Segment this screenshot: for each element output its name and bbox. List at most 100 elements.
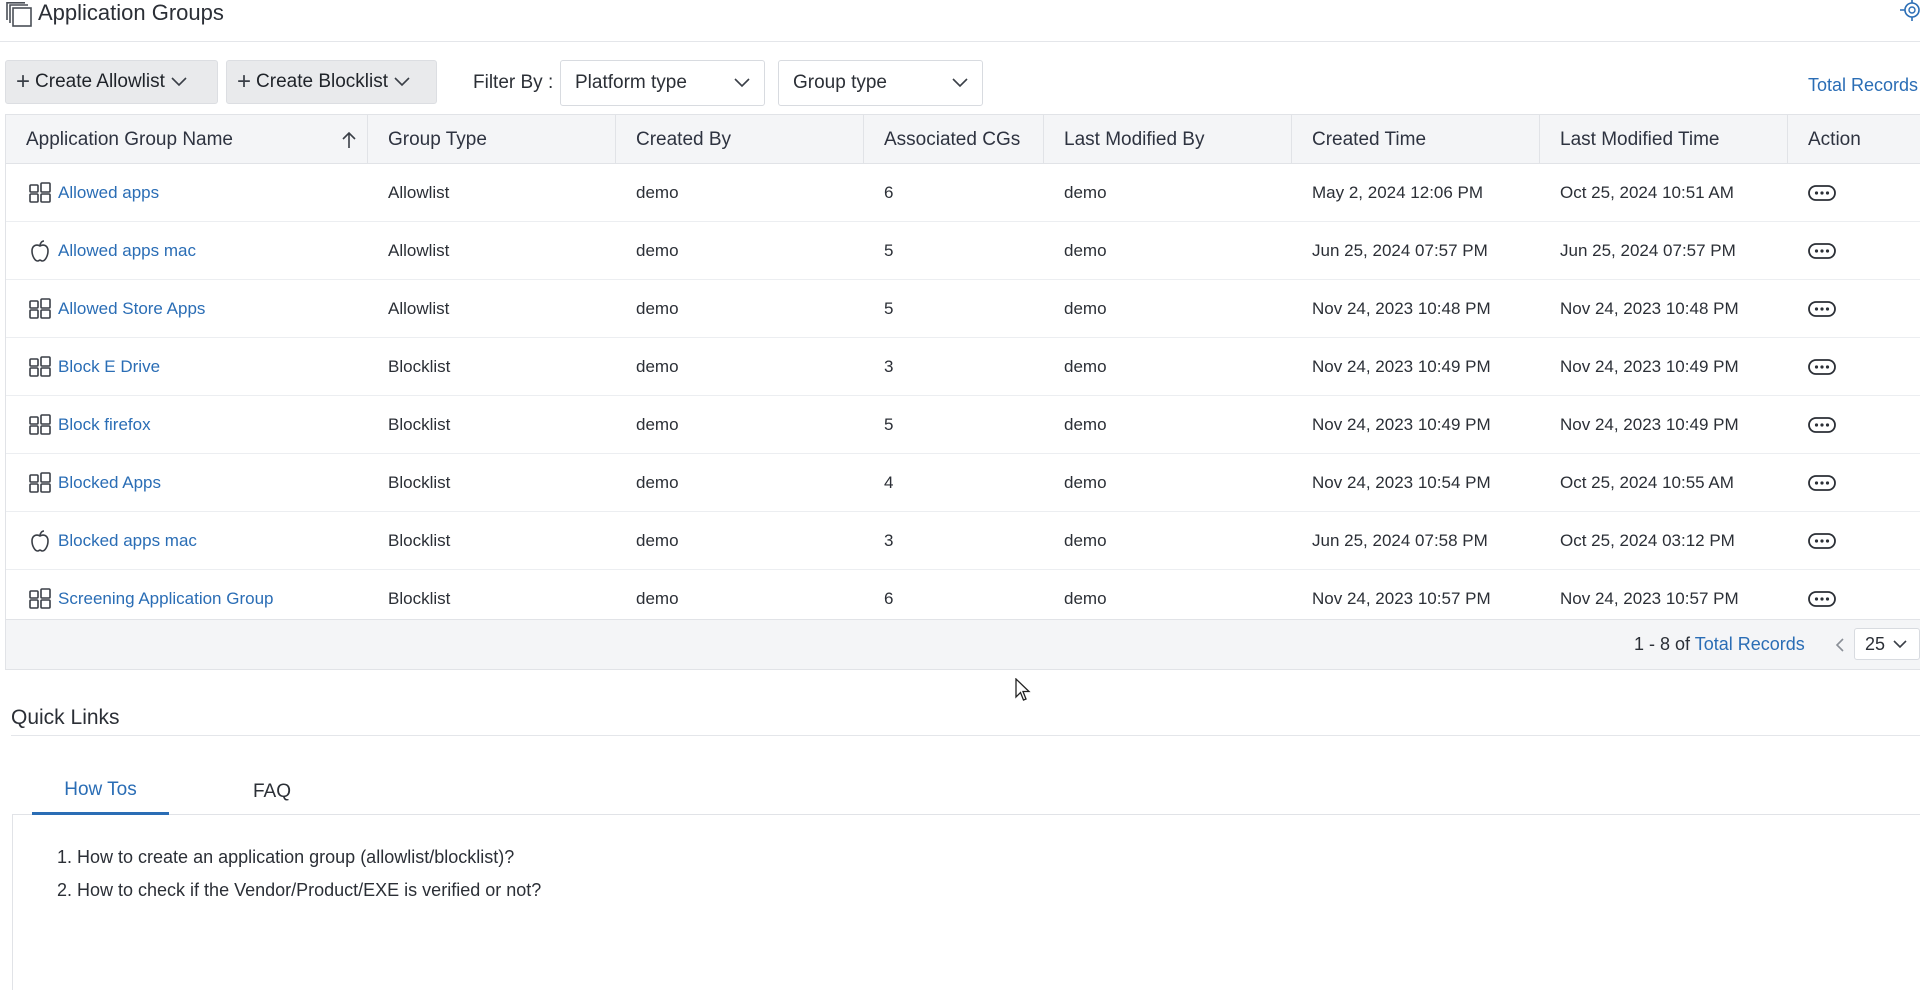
chevron-down-icon [734,78,750,88]
toolbar: + Create Allowlist + Create Blocklist Fi… [0,58,1920,108]
cell-application-group-name: Allowed apps mac [28,222,196,279]
cell-group-type: Allowlist [388,182,450,202]
more-options-icon[interactable] [1808,590,1836,607]
column-header-associated-cgs[interactable]: Associated CGs [864,115,1044,164]
windows-icon [28,413,52,437]
cell-associated-cgs: 4 [884,472,894,492]
table-header: Application Group Name Group Type Create… [6,115,1920,164]
page-header: Application Groups [0,0,1920,42]
how-to-item[interactable]: 1. How to create an application group (a… [57,845,541,878]
create-allowlist-label: Create Allowlist [35,71,165,92]
cell-last-modified-by: demo [1064,356,1107,376]
cell-last-modified-time: Nov 24, 2023 10:48 PM [1560,298,1739,318]
cell-group-type: Allowlist [388,240,450,260]
table-row: Block firefox Blocklist demo 5 demo Nov 24, 2… [6,396,1920,454]
more-options-icon[interactable] [1808,474,1836,491]
windows-icon [28,355,52,379]
cell-group-type: Blocklist [388,530,451,550]
application-groups-table: Application Group Name Group Type Create… [5,114,1920,670]
table-row: Blocked apps mac Blocklist demo 3 demo Jun 25… [6,512,1920,570]
tab-how-tos[interactable]: How Tos [32,768,169,815]
windows-icon [28,181,52,205]
how-to-item[interactable]: 2. How to check if the Vendor/Product/EX… [57,878,541,911]
more-options-icon[interactable] [1808,184,1836,201]
page-title: Application Groups [38,0,224,25]
application-group-link[interactable]: Blocked Apps [58,473,161,493]
quick-links-tabs: How Tos FAQ [12,768,1920,815]
cell-created-by: demo [636,182,679,202]
cell-last-modified-time: Oct 25, 2024 10:55 AM [1560,472,1734,492]
cell-group-type: Blocklist [388,356,451,376]
column-header-created-by[interactable]: Created By [616,115,864,164]
cell-last-modified-by: demo [1064,472,1107,492]
application-group-link[interactable]: Allowed apps mac [58,241,196,261]
create-allowlist-button[interactable]: + Create Allowlist [5,60,218,104]
cell-last-modified-time: Jun 25, 2024 07:57 PM [1560,240,1736,260]
application-group-link[interactable]: Screening Application Group [58,589,273,609]
cell-created-time: May 2, 2024 12:06 PM [1312,182,1484,202]
tab-faq[interactable]: FAQ [222,768,322,815]
cell-last-modified-time: Nov 24, 2023 10:49 PM [1560,414,1739,434]
cell-application-group-name: Blocked apps mac [28,512,197,569]
application-group-link[interactable]: Block firefox [58,415,151,435]
cell-action [1808,280,1836,337]
platform-type-filter[interactable]: Platform type [560,60,765,106]
column-header-created-time[interactable]: Created Time [1292,115,1540,164]
cell-created-time: Nov 24, 2023 10:54 PM [1312,472,1491,492]
more-options-icon[interactable] [1808,358,1836,375]
cell-associated-cgs: 5 [884,240,894,260]
application-group-link[interactable]: Allowed Store Apps [58,299,205,319]
page-size-select[interactable]: 25 [1854,628,1920,660]
windows-icon [28,471,52,495]
more-options-icon[interactable] [1808,242,1836,259]
cell-associated-cgs: 5 [884,298,894,318]
cell-application-group-name: Block E Drive [28,338,160,395]
sort-ascending-icon[interactable] [341,131,357,149]
cell-application-group-name: Allowed Store Apps [28,280,205,337]
table-row: Allowed apps mac Allowlist demo 5 demo Jun 25… [6,222,1920,280]
cell-last-modified-time: Oct 25, 2024 03:12 PM [1560,530,1735,550]
cell-group-type: Allowlist [388,298,450,318]
windows-icon [28,587,52,611]
windows-icon [28,297,52,321]
group-type-value: Group type [793,72,887,93]
cell-associated-cgs: 3 [884,530,894,550]
column-header-group-type[interactable]: Group Type [368,115,616,164]
stacked-pages-icon [6,2,32,27]
gear-icon[interactable] [1896,0,1920,22]
more-options-icon[interactable] [1808,300,1836,317]
plus-icon: + [237,68,252,95]
cell-application-group-name: Block firefox [28,396,151,453]
create-blocklist-button[interactable]: + Create Blocklist [226,60,437,104]
table-row: Allowed apps Allowlist demo 6 demo May 2, 202… [6,164,1920,222]
column-header-name[interactable]: Application Group Name [6,115,368,164]
cell-last-modified-by: demo [1064,298,1107,318]
more-options-icon[interactable] [1808,532,1836,549]
cell-created-time: Nov 24, 2023 10:49 PM [1312,414,1491,434]
cell-last-modified-by: demo [1064,240,1107,260]
cell-action [1808,338,1836,395]
group-type-filter[interactable]: Group type [778,60,983,106]
column-header-last-modified-by[interactable]: Last Modified By [1044,115,1292,164]
cell-last-modified-by: demo [1064,414,1107,434]
cell-group-type: Blocklist [388,472,451,492]
pagination-total-records-link[interactable]: Total Records [1695,634,1805,654]
how-tos-panel: 1. How to create an application group (a… [12,815,1920,990]
table-row: Allowed Store Apps Allowlist demo 5 demo Nov … [6,280,1920,338]
cell-created-time: Nov 24, 2023 10:48 PM [1312,298,1491,318]
cell-associated-cgs: 6 [884,182,894,202]
cell-created-by: demo [636,530,679,550]
cell-associated-cgs: 5 [884,414,894,434]
application-group-link[interactable]: Allowed apps [58,183,159,203]
application-group-link[interactable]: Block E Drive [58,357,160,377]
application-group-link[interactable]: Blocked apps mac [58,531,197,551]
chevron-down-icon [1893,639,1907,648]
cell-action [1808,164,1836,221]
how-tos-list: 1. How to create an application group (a… [57,845,541,911]
more-options-icon[interactable] [1808,416,1836,433]
cell-last-modified-time: Oct 25, 2024 10:51 AM [1560,182,1734,202]
total-records-link[interactable]: Total Records [1808,75,1918,96]
column-header-last-modified-time[interactable]: Last Modified Time [1540,115,1788,164]
filter-by-label: Filter By : [473,72,554,93]
chevron-left-icon[interactable] [1834,637,1846,653]
